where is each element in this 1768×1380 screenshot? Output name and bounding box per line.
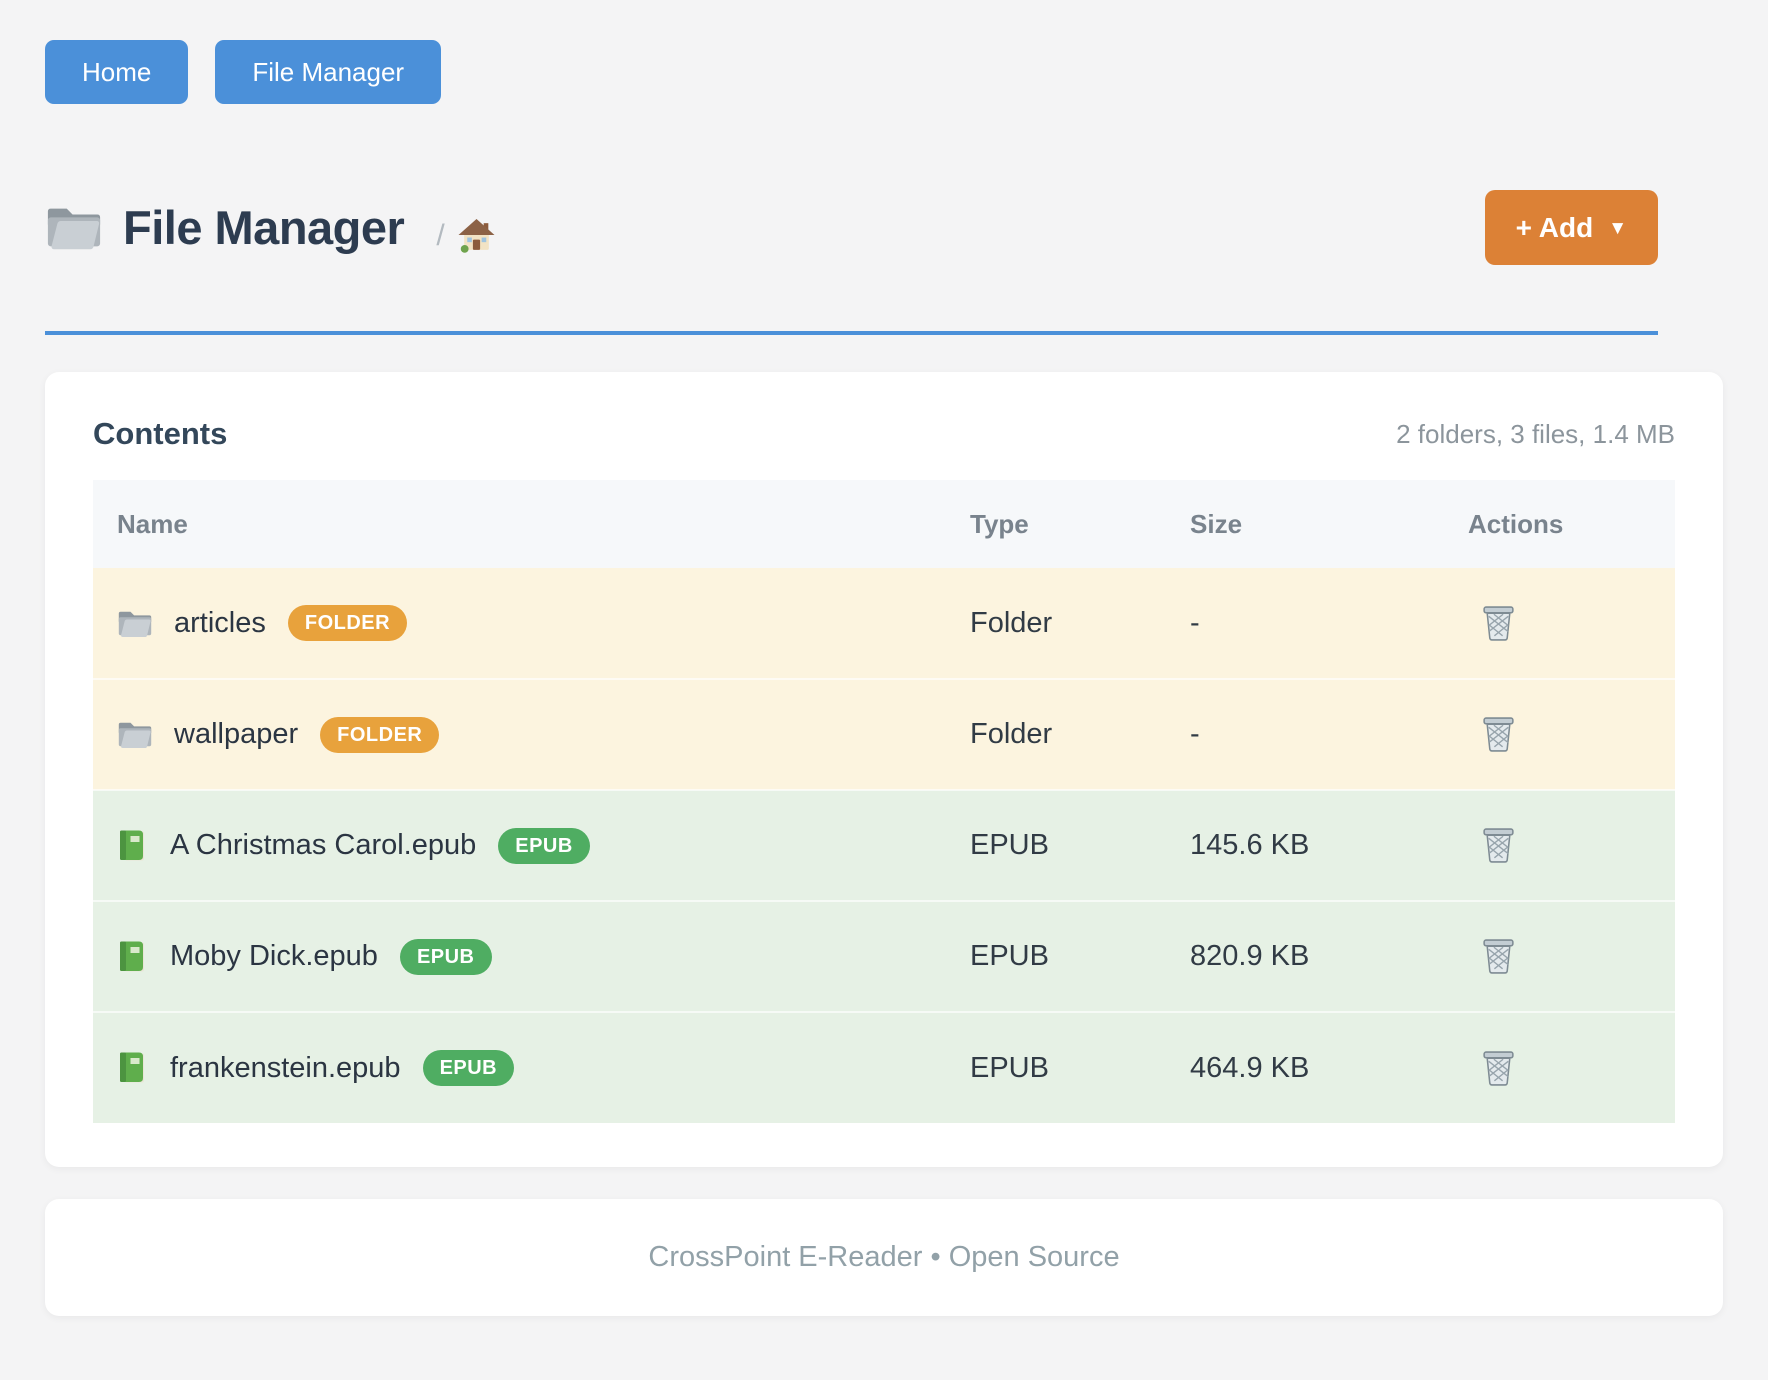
item-size: 464.9 KB bbox=[1166, 1012, 1444, 1123]
item-type-badge: FOLDER bbox=[288, 605, 407, 641]
folder-icon bbox=[117, 720, 153, 749]
item-name-link[interactable]: Moby Dick.epub bbox=[170, 940, 378, 973]
item-name-link[interactable]: wallpaper bbox=[174, 718, 298, 751]
table-header-row: Name Type Size Actions bbox=[93, 480, 1675, 568]
contents-summary: 2 folders, 3 files, 1.4 MB bbox=[1396, 419, 1675, 450]
folder-icon bbox=[117, 609, 153, 638]
item-size: - bbox=[1166, 679, 1444, 790]
green-book-icon bbox=[117, 829, 149, 863]
item-type-badge: EPUB bbox=[498, 828, 590, 864]
page-header: File Manager / + Add bbox=[45, 190, 1658, 265]
nav-file-manager-button[interactable]: File Manager bbox=[215, 40, 441, 104]
item-type: Folder bbox=[946, 568, 1166, 679]
table-row: A Christmas Carol.epub EPUB EPUB 145.6 K… bbox=[93, 790, 1675, 901]
contents-card: Contents 2 folders, 3 files, 1.4 MB Name… bbox=[45, 372, 1723, 1167]
house-icon bbox=[458, 218, 495, 253]
item-type-badge: EPUB bbox=[423, 1050, 515, 1086]
top-nav: Home File Manager bbox=[0, 0, 1768, 104]
item-size: 145.6 KB bbox=[1166, 790, 1444, 901]
column-header-actions: Actions bbox=[1444, 480, 1675, 568]
breadcrumb: / bbox=[436, 218, 494, 253]
green-book-icon bbox=[117, 1051, 149, 1085]
item-type: Folder bbox=[946, 679, 1166, 790]
page-title: File Manager bbox=[123, 200, 404, 255]
delete-button[interactable] bbox=[1480, 937, 1517, 976]
add-button[interactable]: + Add ▼ bbox=[1485, 190, 1658, 265]
item-type: EPUB bbox=[946, 1012, 1166, 1123]
delete-button[interactable] bbox=[1480, 604, 1517, 643]
trash-icon bbox=[1480, 937, 1517, 976]
table-row: frankenstein.epub EPUB EPUB 464.9 KB bbox=[93, 1012, 1675, 1123]
trash-icon bbox=[1480, 826, 1517, 865]
table-row: articles FOLDER Folder - bbox=[93, 568, 1675, 679]
footer-text: CrossPoint E-Reader • Open Source bbox=[648, 1241, 1119, 1274]
breadcrumb-separator: / bbox=[436, 219, 444, 253]
item-type: EPUB bbox=[946, 901, 1166, 1012]
folder-icon bbox=[45, 204, 103, 251]
header-divider bbox=[45, 331, 1658, 335]
item-name-link[interactable]: frankenstein.epub bbox=[170, 1052, 401, 1085]
table-row: Moby Dick.epub EPUB EPUB 820.9 KB bbox=[93, 901, 1675, 1012]
column-header-size: Size bbox=[1166, 480, 1444, 568]
nav-home-button[interactable]: Home bbox=[45, 40, 188, 104]
item-name-link[interactable]: articles bbox=[174, 607, 266, 640]
delete-button[interactable] bbox=[1480, 826, 1517, 865]
column-header-name: Name bbox=[93, 480, 946, 568]
item-size: 820.9 KB bbox=[1166, 901, 1444, 1012]
contents-card-header: Contents 2 folders, 3 files, 1.4 MB bbox=[93, 416, 1675, 452]
item-type-badge: FOLDER bbox=[320, 717, 439, 753]
trash-icon bbox=[1480, 1049, 1517, 1088]
item-type: EPUB bbox=[946, 790, 1166, 901]
item-type-badge: EPUB bbox=[400, 939, 492, 975]
item-name-link[interactable]: A Christmas Carol.epub bbox=[170, 829, 476, 862]
add-button-label: + Add bbox=[1516, 212, 1594, 244]
contents-table: Name Type Size Actions bbox=[93, 480, 1675, 1123]
breadcrumb-home[interactable] bbox=[458, 218, 495, 253]
green-book-icon bbox=[117, 940, 149, 974]
table-body: articles FOLDER Folder - bbox=[93, 568, 1675, 1123]
item-size: - bbox=[1166, 568, 1444, 679]
table-row: wallpaper FOLDER Folder - bbox=[93, 679, 1675, 790]
delete-button[interactable] bbox=[1480, 715, 1517, 754]
trash-icon bbox=[1480, 604, 1517, 643]
delete-button[interactable] bbox=[1480, 1049, 1517, 1088]
column-header-type: Type bbox=[946, 480, 1166, 568]
page: Home File Manager File Manager / bbox=[0, 0, 1768, 1380]
contents-title: Contents bbox=[93, 416, 227, 452]
footer: CrossPoint E-Reader • Open Source bbox=[45, 1199, 1723, 1316]
chevron-down-icon: ▼ bbox=[1608, 218, 1627, 240]
trash-icon bbox=[1480, 715, 1517, 754]
